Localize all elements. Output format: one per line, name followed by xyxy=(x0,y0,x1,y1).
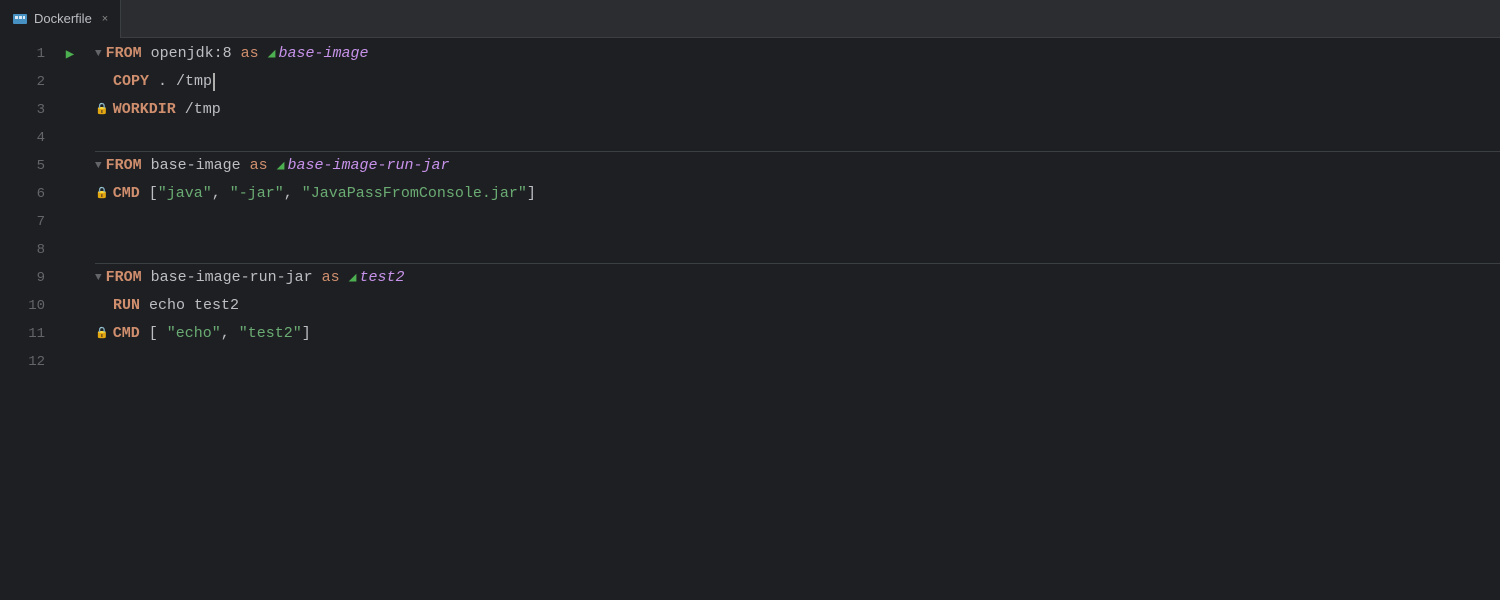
code-line-11: 🔒 CMD [ "echo" , "test2" ] xyxy=(95,320,1500,348)
stage-hammer-icon-9: ◢ xyxy=(349,264,357,292)
kw-from-5: FROM xyxy=(106,152,151,180)
line-num-2: 2 xyxy=(0,68,55,96)
code-line-9: ▼ FROM base-image-run-jar as ◢ test2 xyxy=(95,264,1500,292)
code-line-10: RUN echo test2 xyxy=(95,292,1500,320)
gutter-10 xyxy=(55,292,85,320)
kw-run-10: RUN xyxy=(113,292,140,320)
cmd-sep1-6: , xyxy=(212,180,230,208)
code-line-3: 🔒 WORKDIR /tmp xyxy=(95,96,1500,124)
line-num-6: 6 xyxy=(0,180,55,208)
code-line-8 xyxy=(95,236,1500,264)
lock-icon-3: 🔒 xyxy=(95,96,109,124)
kw-from-1: FROM xyxy=(106,40,151,68)
kw-workdir-3: WORKDIR xyxy=(113,96,176,124)
code-line-7 xyxy=(95,208,1500,236)
image-name-9: base-image-run-jar xyxy=(151,264,322,292)
gutter-2 xyxy=(55,68,85,96)
collapse-9[interactable]: ▼ xyxy=(95,264,102,292)
stage-name-9: test2 xyxy=(360,264,405,292)
cmd-arg2-6: "-jar" xyxy=(230,180,284,208)
cmd-sep1-11: , xyxy=(221,320,239,348)
line-num-12: 12 xyxy=(0,348,55,376)
stage-hammer-icon-5: ◢ xyxy=(277,152,285,180)
gutter-11 xyxy=(55,320,85,348)
image-name-5: base-image xyxy=(151,152,250,180)
run-arrow-icon[interactable]: ▶ xyxy=(66,46,74,63)
gutter: ▶ xyxy=(55,38,85,600)
line-num-1: 1 xyxy=(0,40,55,68)
code-line-12 xyxy=(95,348,1500,376)
line-numbers: 1 2 3 4 5 6 7 8 9 10 11 12 xyxy=(0,38,55,600)
kw-cmd-11: CMD xyxy=(113,320,140,348)
cmd-bracket-open-11: [ xyxy=(140,320,167,348)
copy-args-2: . /tmp xyxy=(149,68,212,96)
tab-close-button[interactable]: × xyxy=(102,13,108,25)
code-line-1: ▼ FROM openjdk:8 as ◢ base-image xyxy=(95,40,1500,68)
kw-as-1: as xyxy=(241,40,268,68)
code-area[interactable]: ▼ FROM openjdk:8 as ◢ base-image COPY . … xyxy=(85,38,1500,600)
collapse-1[interactable]: ▼ xyxy=(95,40,102,68)
dockerfile-tab-label: Dockerfile xyxy=(34,11,92,26)
line-num-9: 9 xyxy=(0,264,55,292)
lock-icon-6: 🔒 xyxy=(95,180,109,208)
stage-hammer-icon-1: ◢ xyxy=(268,40,276,68)
code-line-4 xyxy=(95,124,1500,152)
gutter-7 xyxy=(55,208,85,236)
gutter-12 xyxy=(55,348,85,376)
gutter-8 xyxy=(55,236,85,264)
kw-as-5: as xyxy=(250,152,277,180)
gutter-5 xyxy=(55,152,85,180)
line-num-8: 8 xyxy=(0,236,55,264)
stage-name-5: base-image-run-jar xyxy=(288,152,450,180)
line-num-11: 11 xyxy=(0,320,55,348)
cmd-sep2-6: , xyxy=(284,180,302,208)
line-num-7: 7 xyxy=(0,208,55,236)
cmd-arg2-11: "test2" xyxy=(239,320,302,348)
collapse-5[interactable]: ▼ xyxy=(95,152,102,180)
stage-name-1: base-image xyxy=(278,40,368,68)
gutter-run-1[interactable]: ▶ xyxy=(55,40,85,68)
cmd-arg1-11: "echo" xyxy=(167,320,221,348)
editor-window: Dockerfile × 1 2 3 4 5 6 7 8 9 10 11 12 … xyxy=(0,0,1500,600)
cmd-bracket-open-6: [ xyxy=(140,180,158,208)
cmd-bracket-close-11: ] xyxy=(302,320,311,348)
run-args-10: echo test2 xyxy=(140,292,239,320)
code-line-2: COPY . /tmp xyxy=(95,68,1500,96)
tab-bar: Dockerfile × xyxy=(0,0,1500,38)
lock-icon-11: 🔒 xyxy=(95,320,109,348)
kw-from-9: FROM xyxy=(106,264,151,292)
kw-cmd-6: CMD xyxy=(113,180,140,208)
gutter-9 xyxy=(55,264,85,292)
line-num-4: 4 xyxy=(0,124,55,152)
dockerfile-tab[interactable]: Dockerfile × xyxy=(0,0,121,38)
kw-as-9: as xyxy=(322,264,349,292)
code-line-6: 🔒 CMD [ "java" , "-jar" , "JavaPassFromC… xyxy=(95,180,1500,208)
gutter-3 xyxy=(55,96,85,124)
dockerfile-tab-icon xyxy=(12,11,28,27)
code-line-5: ▼ FROM base-image as ◢ base-image-run-ja… xyxy=(95,152,1500,180)
line-num-10: 10 xyxy=(0,292,55,320)
gutter-4 xyxy=(55,124,85,152)
text-cursor xyxy=(213,73,215,91)
cmd-arg1-6: "java" xyxy=(158,180,212,208)
line-num-3: 3 xyxy=(0,96,55,124)
editor-content: 1 2 3 4 5 6 7 8 9 10 11 12 ▶ xyxy=(0,38,1500,600)
image-name-1: openjdk:8 xyxy=(151,40,241,68)
gutter-6 xyxy=(55,180,85,208)
cmd-bracket-close-6: ] xyxy=(527,180,536,208)
kw-copy-2: COPY xyxy=(113,68,149,96)
workdir-path-3: /tmp xyxy=(176,96,221,124)
line-num-5: 5 xyxy=(0,152,55,180)
cmd-arg3-6: "JavaPassFromConsole.jar" xyxy=(302,180,527,208)
